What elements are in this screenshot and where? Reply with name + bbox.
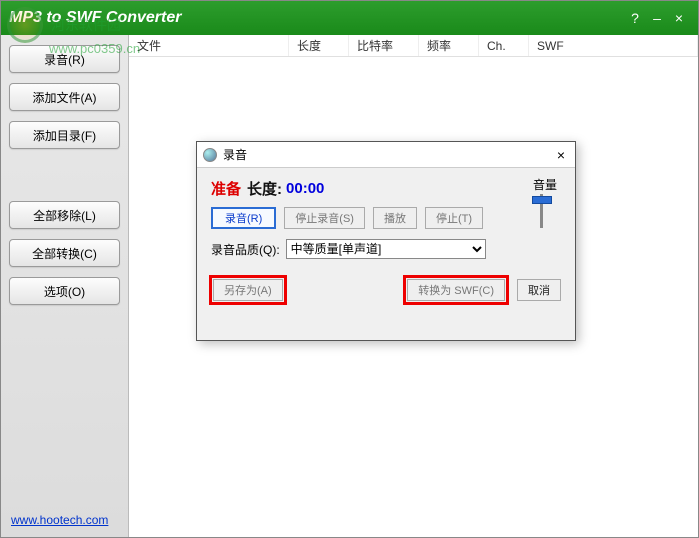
add-folder-button[interactable]: 添加目录(F)	[9, 121, 120, 149]
quality-label: 录音品质(Q):	[211, 241, 280, 258]
column-headers: 文件 长度 比特率 频率 Ch. SWF	[129, 35, 698, 57]
options-button[interactable]: 选项(O)	[9, 277, 120, 305]
dialog-close-button[interactable]: ×	[553, 147, 569, 163]
app-title: MP3 to SWF Converter	[9, 9, 624, 27]
sidebar: 录音(R) 添加文件(A) 添加目录(F) 全部移除(L) 全部转换(C) 选项…	[1, 35, 129, 537]
dialog-icon	[203, 148, 217, 162]
remove-all-button[interactable]: 全部移除(L)	[9, 201, 120, 229]
help-icon[interactable]: ?	[624, 10, 646, 26]
volume-slider[interactable]	[529, 194, 555, 228]
footer-link[interactable]: www.hootech.com	[11, 513, 108, 527]
minimize-button[interactable]: –	[646, 10, 668, 26]
record-dialog: 录音 × 准备 长度: 00:00 音量 录音(R) 停止录音(S) 播放 停止…	[196, 141, 576, 341]
status-ready: 准备	[211, 178, 241, 199]
cancel-button[interactable]: 取消	[517, 279, 561, 301]
col-swf[interactable]: SWF	[529, 35, 698, 56]
col-bitrate[interactable]: 比特率	[349, 35, 419, 56]
quality-select[interactable]: 中等质量[单声道]	[286, 239, 486, 259]
titlebar: MP3 to SWF Converter ? – ×	[1, 1, 698, 35]
status-time: 00:00	[286, 180, 324, 197]
dialog-record-button[interactable]: 录音(R)	[211, 207, 276, 229]
save-as-button[interactable]: 另存为(A)	[213, 279, 283, 301]
volume-label: 音量	[533, 176, 557, 193]
col-file[interactable]: 文件	[129, 35, 289, 56]
status-row: 准备 长度: 00:00	[211, 178, 561, 199]
add-file-button[interactable]: 添加文件(A)	[9, 83, 120, 111]
col-freq[interactable]: 频率	[419, 35, 479, 56]
close-button[interactable]: ×	[668, 10, 690, 26]
convert-swf-button[interactable]: 转换为 SWF(C)	[407, 279, 505, 301]
col-ch[interactable]: Ch.	[479, 35, 529, 56]
dialog-stop-record-button[interactable]: 停止录音(S)	[284, 207, 365, 229]
record-button[interactable]: 录音(R)	[9, 45, 120, 73]
dialog-title: 录音	[223, 146, 553, 163]
dialog-stop-button[interactable]: 停止(T)	[425, 207, 483, 229]
col-length[interactable]: 长度	[289, 35, 349, 56]
slider-thumb[interactable]	[532, 196, 552, 204]
dialog-play-button[interactable]: 播放	[373, 207, 417, 229]
dialog-titlebar: 录音 ×	[197, 142, 575, 168]
status-length-label: 长度:	[247, 178, 282, 199]
convert-all-button[interactable]: 全部转换(C)	[9, 239, 120, 267]
